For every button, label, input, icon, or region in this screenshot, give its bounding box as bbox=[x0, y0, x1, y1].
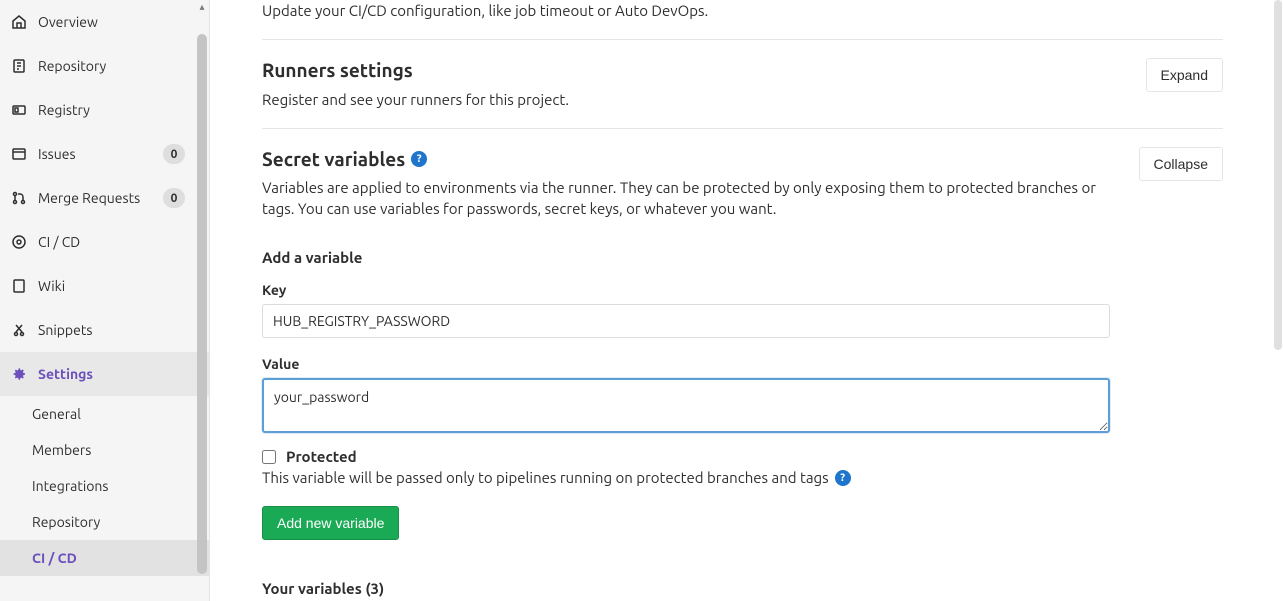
add-variable-form: Add a variable Key Value Protected This … bbox=[262, 249, 1223, 597]
home-icon bbox=[10, 13, 28, 31]
help-icon[interactable]: ? bbox=[411, 151, 427, 167]
sidebar-item-issues[interactable]: Issues 0 bbox=[0, 132, 209, 176]
protected-hint-text: This variable will be passed only to pip… bbox=[262, 469, 829, 486]
sidebar-item-label: Settings bbox=[38, 366, 199, 382]
sidebar-item-snippets[interactable]: Snippets bbox=[0, 308, 209, 352]
sidebar-item-label: Issues bbox=[38, 146, 163, 162]
sidebar-sub-label: Integrations bbox=[32, 478, 108, 494]
value-label: Value bbox=[262, 356, 1223, 372]
expand-button[interactable]: Expand bbox=[1146, 58, 1223, 92]
sidebar-item-repository[interactable]: Repository bbox=[0, 44, 209, 88]
sidebar-scrollbar[interactable]: ▴ bbox=[195, 0, 209, 601]
section-description: Update your CI/CD configuration, like jo… bbox=[262, 0, 1223, 21]
sidebar: Overview Repository Registry Issues 0 Me… bbox=[0, 0, 210, 601]
wiki-icon bbox=[10, 277, 28, 295]
form-heading: Add a variable bbox=[262, 249, 1223, 266]
key-label: Key bbox=[262, 282, 1223, 298]
sidebar-item-label: Registry bbox=[38, 102, 199, 118]
sidebar-item-label: Overview bbox=[38, 14, 199, 30]
sidebar-scroll-thumb[interactable] bbox=[197, 34, 207, 574]
help-icon[interactable]: ? bbox=[835, 470, 851, 486]
issues-badge: 0 bbox=[163, 144, 185, 164]
section-secret-variables: Secret variables ? Variables are applied… bbox=[262, 128, 1223, 601]
sidebar-sub-general[interactable]: General bbox=[0, 396, 209, 432]
sidebar-sub-label: Members bbox=[32, 442, 91, 458]
sidebar-item-registry[interactable]: Registry bbox=[0, 88, 209, 132]
scroll-up-icon[interactable]: ▴ bbox=[197, 2, 207, 12]
sidebar-sub-repository[interactable]: Repository bbox=[0, 504, 209, 540]
section-description: Variables are applied to environments vi… bbox=[262, 177, 1119, 219]
sidebar-item-wiki[interactable]: Wiki bbox=[0, 264, 209, 308]
form-group-value: Value bbox=[262, 356, 1223, 436]
add-variable-button[interactable]: Add new variable bbox=[262, 506, 399, 540]
sidebar-sub-label: Repository bbox=[32, 514, 100, 530]
main-scroll-thumb[interactable] bbox=[1274, 0, 1282, 350]
value-textarea[interactable] bbox=[262, 378, 1110, 433]
sidebar-item-settings[interactable]: Settings bbox=[0, 352, 209, 396]
protected-hint: This variable will be passed only to pip… bbox=[262, 469, 1223, 486]
sidebar-item-label: Merge Requests bbox=[38, 190, 163, 206]
section-title: Runners settings bbox=[262, 58, 1126, 83]
sidebar-sub-members[interactable]: Members bbox=[0, 432, 209, 468]
issues-icon bbox=[10, 145, 28, 163]
protected-row: Protected bbox=[262, 448, 1223, 465]
gear-icon bbox=[10, 365, 28, 383]
protected-label: Protected bbox=[286, 448, 357, 465]
sidebar-sub-label: CI / CD bbox=[32, 550, 77, 566]
section-runners: Runners settings Register and see your r… bbox=[262, 39, 1223, 128]
sidebar-item-overview[interactable]: Overview bbox=[0, 0, 209, 44]
snippets-icon bbox=[10, 321, 28, 339]
cicd-icon bbox=[10, 233, 28, 251]
merge-requests-badge: 0 bbox=[163, 188, 185, 208]
collapse-button[interactable]: Collapse bbox=[1139, 147, 1223, 181]
sidebar-sub-integrations[interactable]: Integrations bbox=[0, 468, 209, 504]
sidebar-item-cicd[interactable]: CI / CD bbox=[0, 220, 209, 264]
file-icon bbox=[10, 57, 28, 75]
sidebar-item-label: Repository bbox=[38, 58, 199, 74]
sidebar-item-label: Wiki bbox=[38, 278, 199, 294]
section-general-pipelines: Update your CI/CD configuration, like jo… bbox=[262, 0, 1223, 39]
sidebar-item-label: CI / CD bbox=[38, 234, 199, 250]
section-description: Register and see your runners for this p… bbox=[262, 89, 1126, 110]
sidebar-item-label: Snippets bbox=[38, 322, 199, 338]
section-title: Secret variables ? bbox=[262, 147, 1119, 172]
merge-icon bbox=[10, 189, 28, 207]
form-group-key: Key bbox=[262, 282, 1223, 338]
sidebar-sub-cicd[interactable]: CI / CD bbox=[0, 540, 209, 576]
your-variables-heading: Your variables (3) bbox=[262, 580, 1223, 597]
key-input[interactable] bbox=[262, 304, 1110, 338]
main-content: Update your CI/CD configuration, like jo… bbox=[210, 0, 1283, 601]
protected-checkbox[interactable] bbox=[262, 450, 276, 464]
settings-submenu: General Members Integrations Repository … bbox=[0, 396, 209, 576]
section-title-text: Secret variables bbox=[262, 147, 405, 172]
registry-icon bbox=[10, 101, 28, 119]
sidebar-item-merge-requests[interactable]: Merge Requests 0 bbox=[0, 176, 209, 220]
sidebar-sub-label: General bbox=[32, 406, 81, 422]
